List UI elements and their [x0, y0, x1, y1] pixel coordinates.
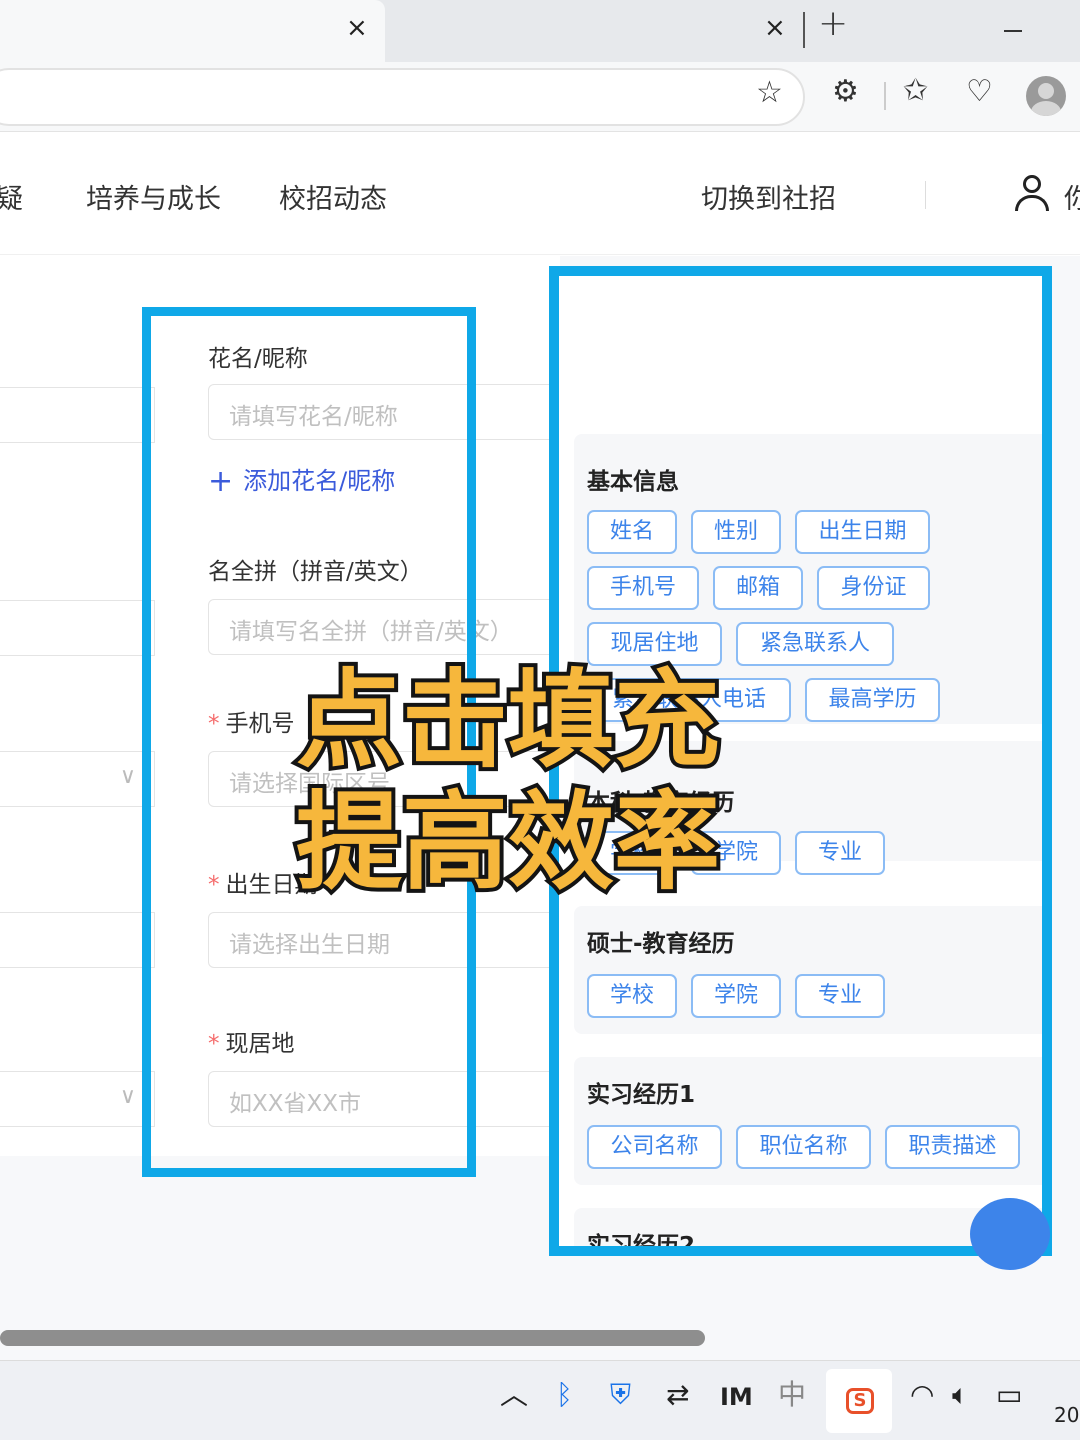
chip-job-description[interactable]: 职责描述 [885, 1125, 1020, 1169]
nav-item-faq[interactable]: 疑 [0, 177, 23, 216]
wifi-icon[interactable]: ◠ [910, 1381, 934, 1409]
new-tab-icon[interactable]: + [818, 6, 848, 42]
windows-taskbar: ︿ ᛒ ⛨ ⇄ IM 中 S ◠ 🔈︎ ▭ 202 [0, 1360, 1080, 1440]
chevron-up-icon[interactable]: ︿ [500, 1381, 528, 1409]
switch-to-social-link[interactable]: 切换到社招 [701, 177, 836, 216]
browser-essentials-icon[interactable]: ♡ [966, 77, 993, 107]
sogou-icon: S [846, 1388, 874, 1414]
volume-icon[interactable]: 🔈︎ [952, 1381, 969, 1409]
tab-separator [803, 12, 805, 48]
section-internship-1: 实习经历1 公司名称 职位名称 职责描述 [574, 1057, 1042, 1185]
chip-major[interactable]: 专业 [795, 974, 885, 1018]
user-icon[interactable] [1014, 175, 1050, 213]
chevron-down-icon: ∨ [119, 1084, 136, 1109]
ime-chinese-icon[interactable]: 中 [778, 1381, 806, 1409]
minimize-icon[interactable] [1004, 30, 1022, 32]
browser-toolbar: ☆ ⚙ ✩ ♡ [0, 62, 1080, 132]
chip-highest-degree[interactable]: 最高学历 [805, 678, 940, 722]
floating-action-button[interactable] [970, 1198, 1050, 1270]
chip-phone[interactable]: 手机号 [587, 566, 699, 610]
chip-company-name[interactable]: 公司名称 [587, 1125, 722, 1169]
profile-avatar[interactable] [1026, 76, 1066, 116]
nav-item-growth[interactable]: 培养与成长 [86, 177, 221, 216]
settings-sliders-icon[interactable]: ⇄ [666, 1381, 689, 1409]
star-icon[interactable]: ☆ [756, 78, 783, 108]
left-column-select[interactable]: ∨ [0, 1071, 155, 1127]
chip-school[interactable]: 学校 [587, 974, 677, 1018]
favorites-icon[interactable]: ✩ [903, 76, 928, 106]
section-master: 硕士-教育经历 学校 学院 专业 [574, 906, 1042, 1034]
bluetooth-icon[interactable]: ᛒ [556, 1381, 573, 1409]
chip-major[interactable]: 专业 [795, 831, 885, 875]
input-method-icon[interactable]: IM [720, 1385, 753, 1409]
left-column-select[interactable]: ∨ [0, 751, 155, 807]
chip-gender[interactable]: 性别 [691, 510, 781, 554]
browser-tab-strip: × × + [0, 0, 1080, 62]
overlay-caption-line1: 点击填充 [292, 659, 724, 782]
battery-icon[interactable]: ▭ [996, 1381, 1022, 1409]
section-title: 实习经历1 [587, 1082, 696, 1108]
nav-item-news[interactable]: 校招动态 [279, 177, 387, 216]
left-column-input[interactable] [0, 912, 155, 968]
horizontal-scrollbar[interactable] [0, 1330, 705, 1346]
security-shield-icon[interactable]: ⛨ [610, 1381, 631, 1409]
overlay-caption-line2: 提高效率 [292, 781, 724, 904]
close-tab-icon[interactable]: × [346, 15, 368, 41]
browser-tab-active[interactable] [0, 0, 385, 62]
toolbar-divider [884, 82, 886, 110]
section-title: 实习经历2 [587, 1233, 696, 1256]
extensions-icon[interactable]: ⚙ [832, 77, 859, 107]
chip-birthdate[interactable]: 出生日期 [795, 510, 930, 554]
chip-emergency-contact[interactable]: 紧急联系人 [736, 622, 894, 666]
close-tab-icon[interactable]: × [764, 15, 786, 41]
section-title: 基本信息 [587, 469, 679, 495]
chip-id-card[interactable]: 身份证 [817, 566, 930, 610]
address-bar[interactable] [0, 68, 805, 126]
left-column-input[interactable] [0, 600, 155, 656]
chip-college[interactable]: 学院 [691, 974, 781, 1018]
section-title: 硕士-教育经历 [587, 931, 735, 957]
chip-email[interactable]: 邮箱 [713, 566, 803, 610]
user-name[interactable]: 你 [1064, 177, 1080, 216]
chip-position-name[interactable]: 职位名称 [736, 1125, 871, 1169]
clock[interactable]: 202 [1054, 1403, 1080, 1427]
site-nav: 疑 培养与成长 校招动态 切换到社招 你 [0, 133, 1080, 255]
chevron-down-icon: ∨ [119, 764, 136, 789]
chip-name[interactable]: 姓名 [587, 510, 677, 554]
nav-divider [925, 181, 926, 209]
left-column-input[interactable] [0, 387, 155, 443]
